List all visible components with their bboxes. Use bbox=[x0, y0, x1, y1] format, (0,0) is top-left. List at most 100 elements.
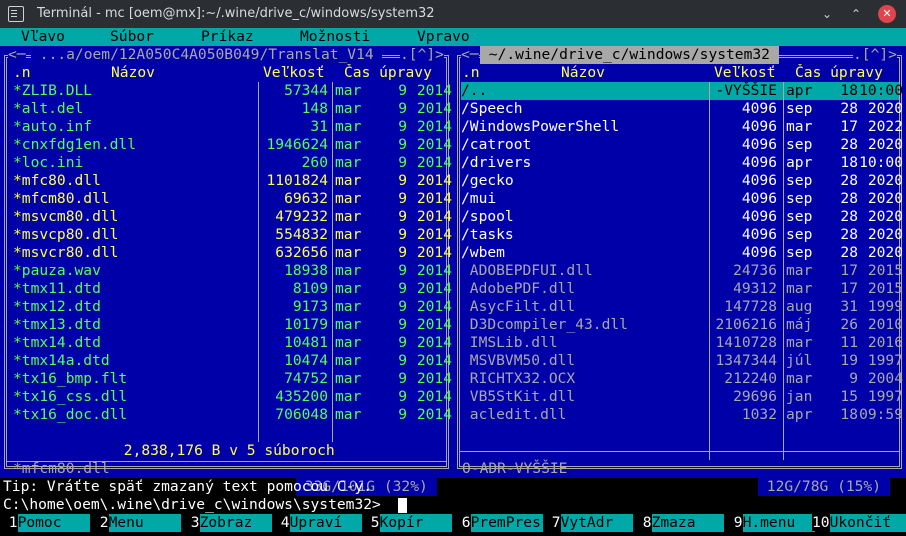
file-name: /spool bbox=[461, 208, 514, 225]
name-column-header[interactable]: Názov bbox=[111, 64, 155, 82]
file-row[interactable]: AdobePDF.dll 49312 mar 17 2015 bbox=[461, 280, 903, 298]
fkey-9[interactable]: 9H.menu bbox=[725, 514, 815, 532]
file-row[interactable]: *pauza.wav 18938 mar 9 2014 bbox=[13, 262, 452, 280]
file-row[interactable]: *tx16_doc.dll 706048 mar 9 2014 bbox=[13, 406, 452, 424]
file-row[interactable]: *tx16_bmp.flt 74752 mar 9 2014 bbox=[13, 370, 452, 388]
file-name: *tmx14.dtd bbox=[13, 334, 101, 351]
file-row[interactable]: MSVBVM50.dll 1347344 júl 19 1997 bbox=[461, 352, 903, 370]
file-day: 28 bbox=[840, 190, 858, 207]
file-row[interactable]: /wbem 4096 sep 28 2020 bbox=[461, 244, 903, 262]
fkey-7[interactable]: 7VytAdr bbox=[543, 514, 633, 532]
file-row[interactable]: *tmx14.dtd 10481 mar 9 2014 bbox=[13, 334, 452, 352]
left-panel-title[interactable]: ...a/oem/12A050C4A050B049/Translat_V14 bbox=[31, 46, 383, 64]
file-year: 2015 bbox=[867, 262, 903, 279]
size-column-header[interactable]: Veľkosť bbox=[714, 64, 776, 82]
column-separator bbox=[783, 82, 784, 460]
file-row[interactable]: *loc.ini 260 mar 9 2014 bbox=[13, 154, 452, 172]
time-column-header[interactable]: Čas úpravy bbox=[344, 64, 432, 82]
file-row[interactable]: *msvcm80.dll 479232 mar 9 2014 bbox=[13, 208, 452, 226]
file-row[interactable]: *mfcm80.dll 69632 mar 9 2014 bbox=[13, 190, 452, 208]
file-size: 212240 bbox=[724, 370, 777, 387]
file-row[interactable]: /.. -VYŠŠIE apr 18 10:00 bbox=[461, 82, 903, 100]
menu-options[interactable]: Možnosti bbox=[300, 28, 370, 46]
right-panel[interactable]: <─ ~/.wine/drive_c/windows/system32 .[^]… bbox=[453, 46, 906, 496]
file-row[interactable]: IMSLib.dll 1410728 mar 11 2016 bbox=[461, 334, 903, 352]
file-row[interactable]: D3Dcompiler_43.dll 2106216 máj 26 2010 bbox=[461, 316, 903, 334]
right-panel-title[interactable]: ~/.wine/drive_c/windows/system32 bbox=[480, 46, 779, 64]
time-column-header[interactable]: Čas úpravy bbox=[795, 64, 883, 82]
file-row[interactable]: *tmx11.dtd 8109 mar 9 2014 bbox=[13, 280, 452, 298]
fkey-8[interactable]: 8Zmaza bbox=[634, 514, 724, 532]
file-size: 8109 bbox=[292, 280, 328, 297]
file-day: 9 bbox=[398, 226, 407, 243]
file-year: 2020 bbox=[867, 226, 903, 243]
left-panel[interactable]: <─ ...a/oem/12A050C4A050B049/Translat_V1… bbox=[0, 46, 453, 496]
file-month: mar bbox=[335, 136, 362, 153]
file-row[interactable]: /mui 4096 sep 28 2020 bbox=[461, 190, 903, 208]
file-row[interactable]: /spool 4096 sep 28 2020 bbox=[461, 208, 903, 226]
file-row[interactable]: /gecko 4096 sep 28 2020 bbox=[461, 172, 903, 190]
fkey-2[interactable]: 2Menu bbox=[91, 514, 181, 532]
file-row[interactable]: /WindowsPowerShell 4096 mar 17 2022 bbox=[461, 118, 903, 136]
right-panel-corner[interactable]: .[^]> bbox=[853, 46, 897, 64]
fkey-3[interactable]: 3Zobraz bbox=[182, 514, 272, 532]
file-year: 2015 bbox=[867, 280, 903, 297]
file-name: *tmx13.dtd bbox=[13, 316, 101, 333]
fkey-4[interactable]: 4Upraví bbox=[272, 514, 362, 532]
file-row[interactable]: RICHTX32.OCX 212240 mar 9 2004 bbox=[461, 370, 903, 388]
sort-indicator[interactable]: .n bbox=[462, 64, 480, 82]
file-row[interactable]: acledit.dll 1032 apr 18 09:59 bbox=[461, 406, 903, 424]
menu-left[interactable]: Vľavo bbox=[21, 28, 65, 46]
file-row[interactable]: /Speech 4096 sep 28 2020 bbox=[461, 100, 903, 118]
file-year: 2014 bbox=[416, 226, 452, 243]
fkey-label: Upraví bbox=[289, 514, 362, 532]
file-month: aug bbox=[786, 298, 813, 315]
fkey-6[interactable]: 6PremPres bbox=[453, 514, 543, 532]
fkey-label: PremPres bbox=[470, 514, 543, 532]
file-row[interactable]: *tmx12.dtd 9173 mar 9 2014 bbox=[13, 298, 452, 316]
file-month: mar bbox=[335, 226, 362, 243]
menu-file[interactable]: Súbor bbox=[110, 28, 154, 46]
menu-command[interactable]: Príkaz bbox=[201, 28, 254, 46]
file-row[interactable]: /tasks 4096 sep 28 2020 bbox=[461, 226, 903, 244]
file-row[interactable]: *msvcp80.dll 554832 mar 9 2014 bbox=[13, 226, 452, 244]
left-panel-corner[interactable]: .[^]> bbox=[400, 46, 444, 64]
menu-right[interactable]: Vpravo bbox=[417, 28, 470, 46]
terminal-area[interactable]: Vľavo Súbor Príkaz Možnosti Vpravo <─ ..… bbox=[0, 28, 906, 536]
file-month: mar bbox=[335, 316, 362, 333]
file-row[interactable]: *cnxfdg1en.dll 1946624 mar 9 2014 bbox=[13, 136, 452, 154]
maximize-button[interactable]: ⌃ bbox=[847, 5, 865, 23]
file-row[interactable]: AsycFilt.dll 147728 aug 31 1999 bbox=[461, 298, 903, 316]
command-prompt[interactable]: C:\home\oem\.wine\drive_c\windows\system… bbox=[3, 496, 381, 514]
minimize-button[interactable]: ⌄ bbox=[818, 5, 836, 23]
file-row[interactable]: *ZLIB.DLL 57344 mar 9 2014 bbox=[13, 82, 452, 100]
fkey-5[interactable]: 5Kopír bbox=[362, 514, 452, 532]
file-row[interactable]: /catroot 4096 sep 28 2020 bbox=[461, 136, 903, 154]
file-day: 11 bbox=[840, 334, 858, 351]
file-size: 1101824 bbox=[266, 172, 328, 189]
file-row[interactable]: *alt.del 148 mar 9 2014 bbox=[13, 100, 452, 118]
close-button[interactable]: ✕ bbox=[878, 5, 896, 23]
size-column-header[interactable]: Veľkosť bbox=[263, 64, 325, 82]
fkey-1[interactable]: 1Pomoc bbox=[0, 514, 90, 532]
file-row[interactable]: *tmx13.dtd 10179 mar 9 2014 bbox=[13, 316, 452, 334]
file-day: 9 bbox=[849, 370, 858, 387]
file-row[interactable]: *mfc80.dll 1101824 mar 9 2014 bbox=[13, 172, 452, 190]
file-name: /tasks bbox=[461, 226, 514, 243]
file-month: sep bbox=[786, 190, 813, 207]
file-row[interactable]: VB5StKit.dll 29696 jan 15 1997 bbox=[461, 388, 903, 406]
file-day: 9 bbox=[398, 82, 407, 99]
menu-bar: Vľavo Súbor Príkaz Možnosti Vpravo bbox=[0, 28, 906, 46]
file-year: 2022 bbox=[867, 118, 903, 135]
file-row[interactable]: *tx16_css.dll 435200 mar 9 2014 bbox=[13, 388, 452, 406]
file-row[interactable]: *auto.inf 31 mar 9 2014 bbox=[13, 118, 452, 136]
fkey-number: 10 bbox=[812, 514, 830, 531]
fkey-10[interactable]: 10Ukončiť bbox=[812, 514, 906, 532]
file-month: mar bbox=[335, 370, 362, 387]
file-row[interactable]: *tmx14a.dtd 10474 mar 9 2014 bbox=[13, 352, 452, 370]
name-column-header[interactable]: Názov bbox=[561, 64, 605, 82]
sort-indicator[interactable]: .n bbox=[13, 64, 31, 82]
file-row[interactable]: /drivers 4096 apr 18 10:00 bbox=[461, 154, 903, 172]
file-row[interactable]: *msvcr80.dll 632656 mar 9 2014 bbox=[13, 244, 452, 262]
file-row[interactable]: ADOBEPDFUI.dll 24736 mar 17 2015 bbox=[461, 262, 903, 280]
